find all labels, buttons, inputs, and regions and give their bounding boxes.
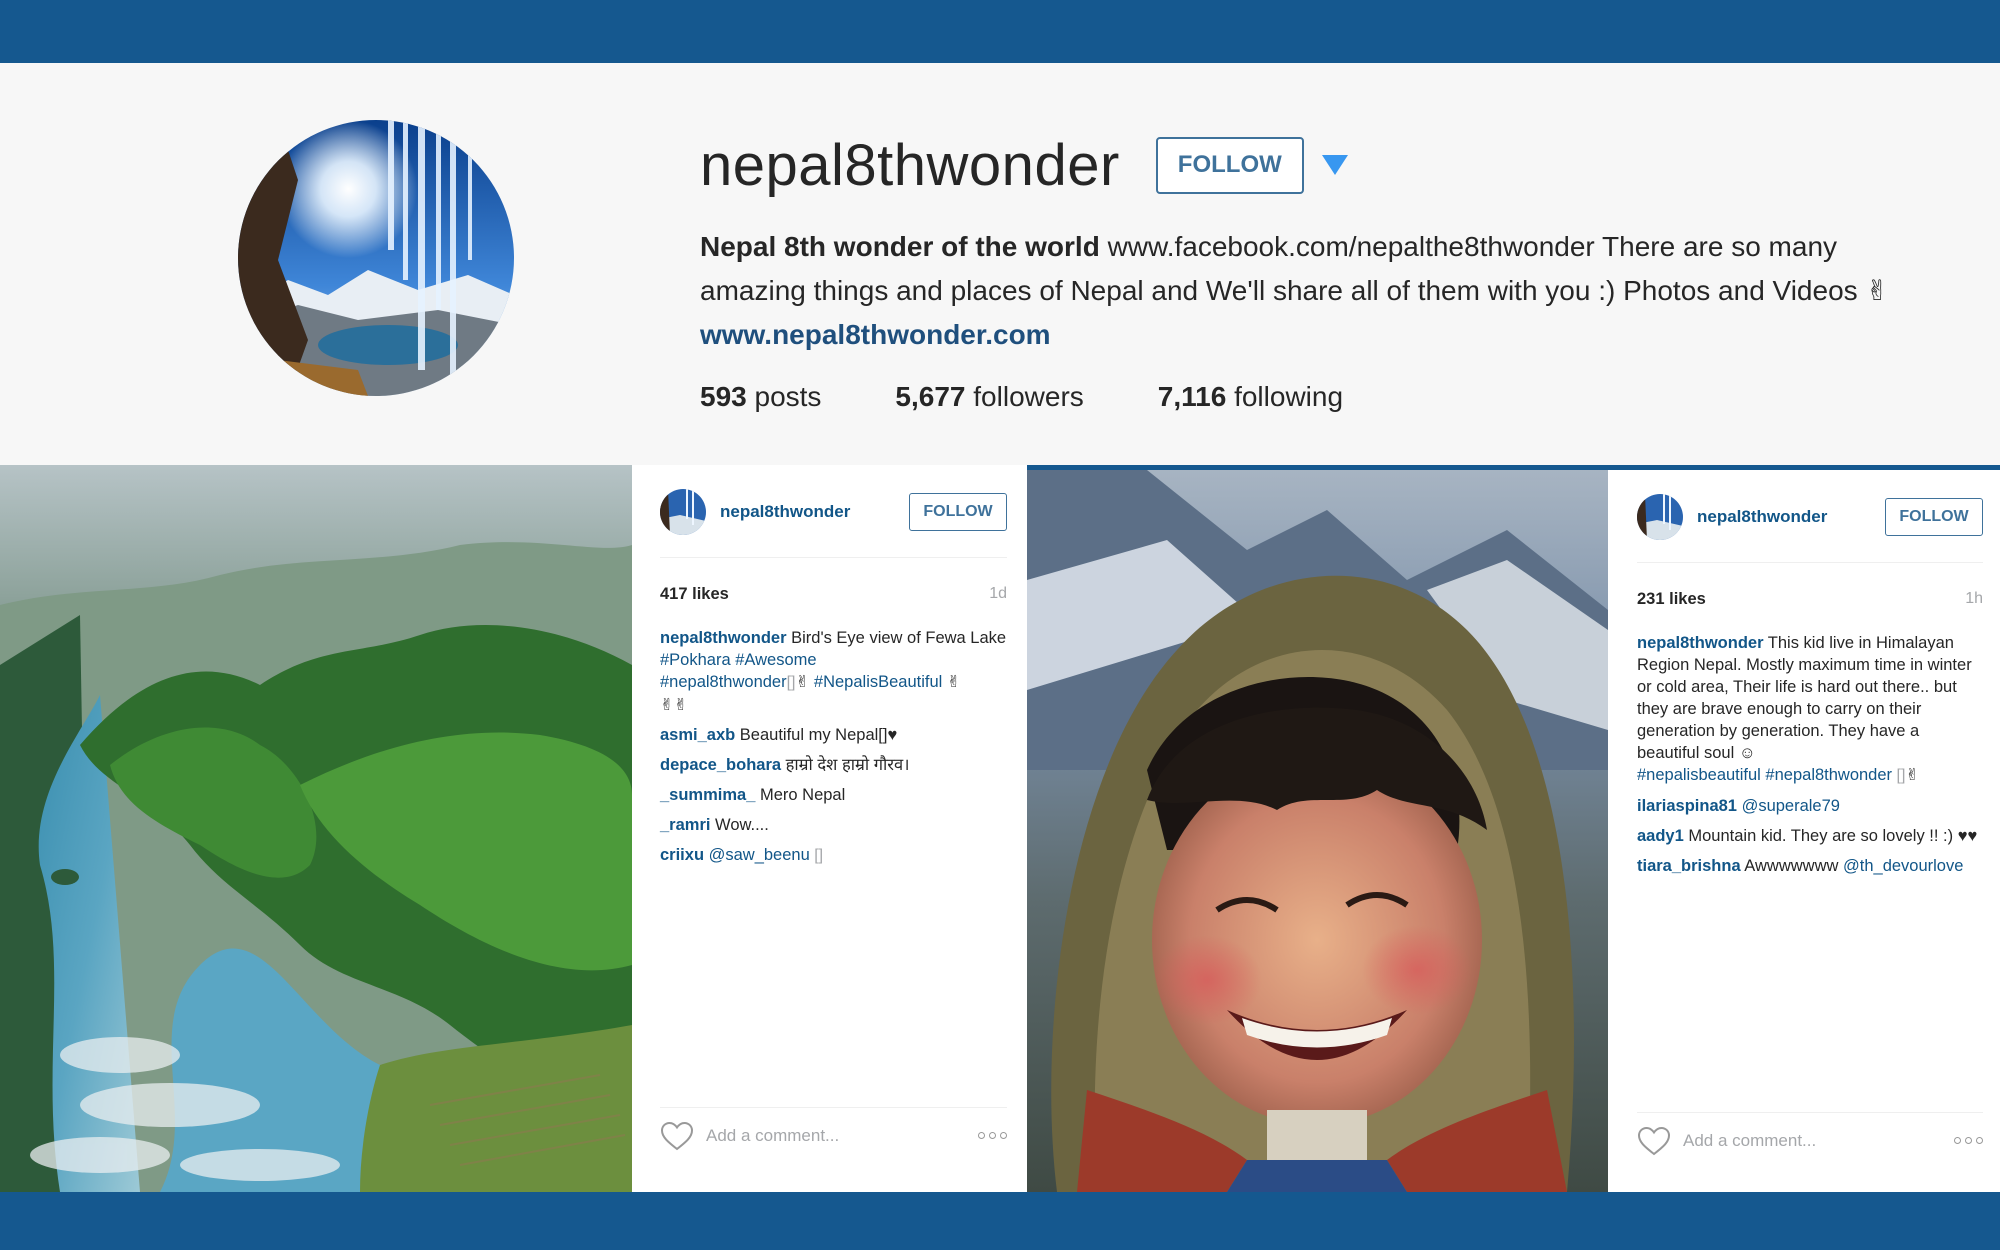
post-follow-button[interactable]: FOLLOW [909, 493, 1007, 531]
caption-username[interactable]: nepal8thwonder [660, 629, 787, 647]
hashtag[interactable]: #NepalisBeautiful [809, 673, 942, 691]
comment-text: Beautiful my Nepal[]♥ [735, 726, 898, 744]
profile-avatar[interactable] [238, 120, 514, 396]
comment-text: हाम्रो देश हाम्रो गौरव। [781, 756, 910, 774]
following-count: 7,116 [1157, 381, 1227, 412]
add-comment-input[interactable] [1683, 1130, 1954, 1151]
mention[interactable]: @saw_beenu [704, 846, 810, 864]
post-panel-2: nepal8thwonder FOLLOW 231 likes 1h nepal… [1608, 470, 2000, 1192]
victory-hand-emoji: ✌✌ [660, 696, 688, 714]
comment-text: Mero Nepal [755, 786, 846, 804]
profile-bio: Nepal 8th wonder of the world www.facebo… [700, 225, 1900, 357]
hashtag[interactable]: #Pokhara [660, 651, 731, 669]
comment-username[interactable]: ilariaspina81 [1637, 797, 1737, 815]
caption-text: Bird's Eye view of Fewa Lake [786, 629, 1007, 647]
hashtag[interactable]: #nepal8thwonder [660, 673, 787, 691]
bio-website-link[interactable]: www.nepal8thwonder.com [700, 319, 1051, 350]
likes-count[interactable]: 231 likes [1637, 588, 1706, 610]
post-author-username[interactable]: nepal8thwonder [1697, 506, 1827, 528]
comment: _summima_ Mero Nepal [660, 784, 1007, 806]
post-header: nepal8thwonder FOLLOW [660, 465, 1007, 559]
hashtag[interactable]: #nepalisbeautiful #nepal8thwonder [1637, 766, 1892, 784]
post-header: nepal8thwonder FOLLOW [1637, 470, 1983, 564]
mention[interactable]: @superale79 [1737, 797, 1840, 815]
profile-stats: 593 posts 5,677 followers 7,116 followin… [700, 381, 1940, 413]
post-photo-lake[interactable] [0, 465, 632, 1192]
comment: depace_bohara हाम्रो देश हाम्रो गौरव। [660, 754, 1007, 776]
add-comment-input[interactable] [706, 1125, 978, 1146]
hashtag[interactable]: #Awesome [731, 651, 816, 669]
posts-count: 593 [700, 381, 747, 412]
post-author-avatar[interactable] [660, 489, 706, 535]
bio-full-name: Nepal 8th wonder of the world [700, 231, 1100, 262]
comment-text: [] [809, 847, 824, 864]
following-stat[interactable]: 7,116 following [1158, 381, 1343, 413]
victory-hand-emoji: ✌ [1865, 275, 1889, 306]
comment-text: Awwwwwww [1740, 857, 1839, 875]
comment-username[interactable]: _ramri [660, 816, 710, 834]
like-heart-icon[interactable] [660, 1121, 694, 1151]
post-follow-button[interactable]: FOLLOW [1885, 498, 1983, 536]
likes-row: 417 likes 1d [660, 583, 1007, 605]
profile-header: nepal8thwonder FOLLOW Nepal 8th wonder o… [0, 63, 2000, 465]
profile-title-row: nepal8thwonder FOLLOW [700, 123, 1940, 207]
header-divider [660, 557, 1007, 558]
comment-username[interactable]: depace_bohara [660, 756, 781, 774]
likes-row: 231 likes 1h [1637, 588, 1983, 610]
more-options-icon[interactable] [1954, 1137, 1983, 1144]
comment-list: nepal8thwonder This kid live in Himalaya… [1637, 632, 1983, 885]
caption-text: This kid live in Himalayan Region Nepal.… [1637, 634, 1972, 762]
caption-username[interactable]: nepal8thwonder [1637, 634, 1764, 652]
victory-hand-emoji: ✌ [795, 673, 810, 691]
posts-stat: 593 posts [700, 381, 821, 413]
post-panel-1: nepal8thwonder FOLLOW 417 likes 1d nepal… [632, 465, 1027, 1192]
followers-label: followers [965, 381, 1084, 412]
caption-box-glyph: [] [786, 674, 796, 691]
top-band [0, 0, 2000, 63]
followers-count: 5,677 [895, 381, 966, 412]
comment-bar [660, 1107, 1007, 1163]
bottom-band [0, 1192, 2000, 1250]
comment-username[interactable]: _summima_ [660, 786, 755, 804]
comment-username[interactable]: tiara_brishna [1637, 857, 1741, 875]
post-time: 1h [1965, 590, 1983, 607]
like-heart-icon[interactable] [1637, 1126, 1671, 1156]
comment-text: Mountain kid. They are so lovely !! :) ♥… [1683, 827, 1978, 845]
comment: tiara_brishna Awwwwwww @th_devourlove [1637, 855, 1983, 877]
victory-hand-emoji: ✌ [942, 673, 961, 691]
victory-hand-emoji: ✌ [1905, 766, 1920, 784]
post-author-username[interactable]: nepal8thwonder [720, 501, 850, 523]
following-label: following [1226, 381, 1344, 412]
comment: criixu @saw_beenu [] [660, 844, 1007, 867]
likes-count[interactable]: 417 likes [660, 583, 729, 605]
comment: aady1 Mountain kid. They are so lovely !… [1637, 825, 1983, 847]
caption-box-glyph: [] [1892, 767, 1906, 784]
followers-stat[interactable]: 5,677 followers [895, 381, 1083, 413]
post-time: 1d [989, 585, 1007, 602]
header-divider [1637, 562, 1983, 563]
post-photo-kid[interactable] [1027, 470, 1608, 1192]
options-dropdown-icon[interactable] [1321, 155, 1348, 175]
profile-username: nepal8thwonder [700, 132, 1120, 198]
comment-list: nepal8thwonder Bird's Eye view of Fewa L… [660, 627, 1007, 875]
mention[interactable]: @th_devourlove [1838, 857, 1963, 875]
follow-button[interactable]: FOLLOW [1155, 136, 1304, 194]
posts-label: posts [746, 381, 822, 412]
post-author-avatar[interactable] [1637, 494, 1683, 540]
comment-username[interactable]: aady1 [1637, 827, 1684, 845]
post-caption: nepal8thwonder This kid live in Himalaya… [1637, 632, 1983, 787]
comment: ilariaspina81 @superale79 [1637, 795, 1983, 817]
comment: _ramri Wow.... [660, 814, 1007, 836]
comment: asmi_axb Beautiful my Nepal[]♥ [660, 724, 1007, 746]
post-caption: nepal8thwonder Bird's Eye view of Fewa L… [660, 627, 1007, 716]
comment-username[interactable]: asmi_axb [660, 726, 735, 744]
profile-info: nepal8thwonder FOLLOW Nepal 8th wonder o… [700, 123, 1940, 413]
comment-text: Wow.... [710, 816, 769, 834]
more-options-icon[interactable] [978, 1132, 1007, 1139]
comment-username[interactable]: criixu [660, 846, 704, 864]
comment-bar [1637, 1112, 1983, 1168]
